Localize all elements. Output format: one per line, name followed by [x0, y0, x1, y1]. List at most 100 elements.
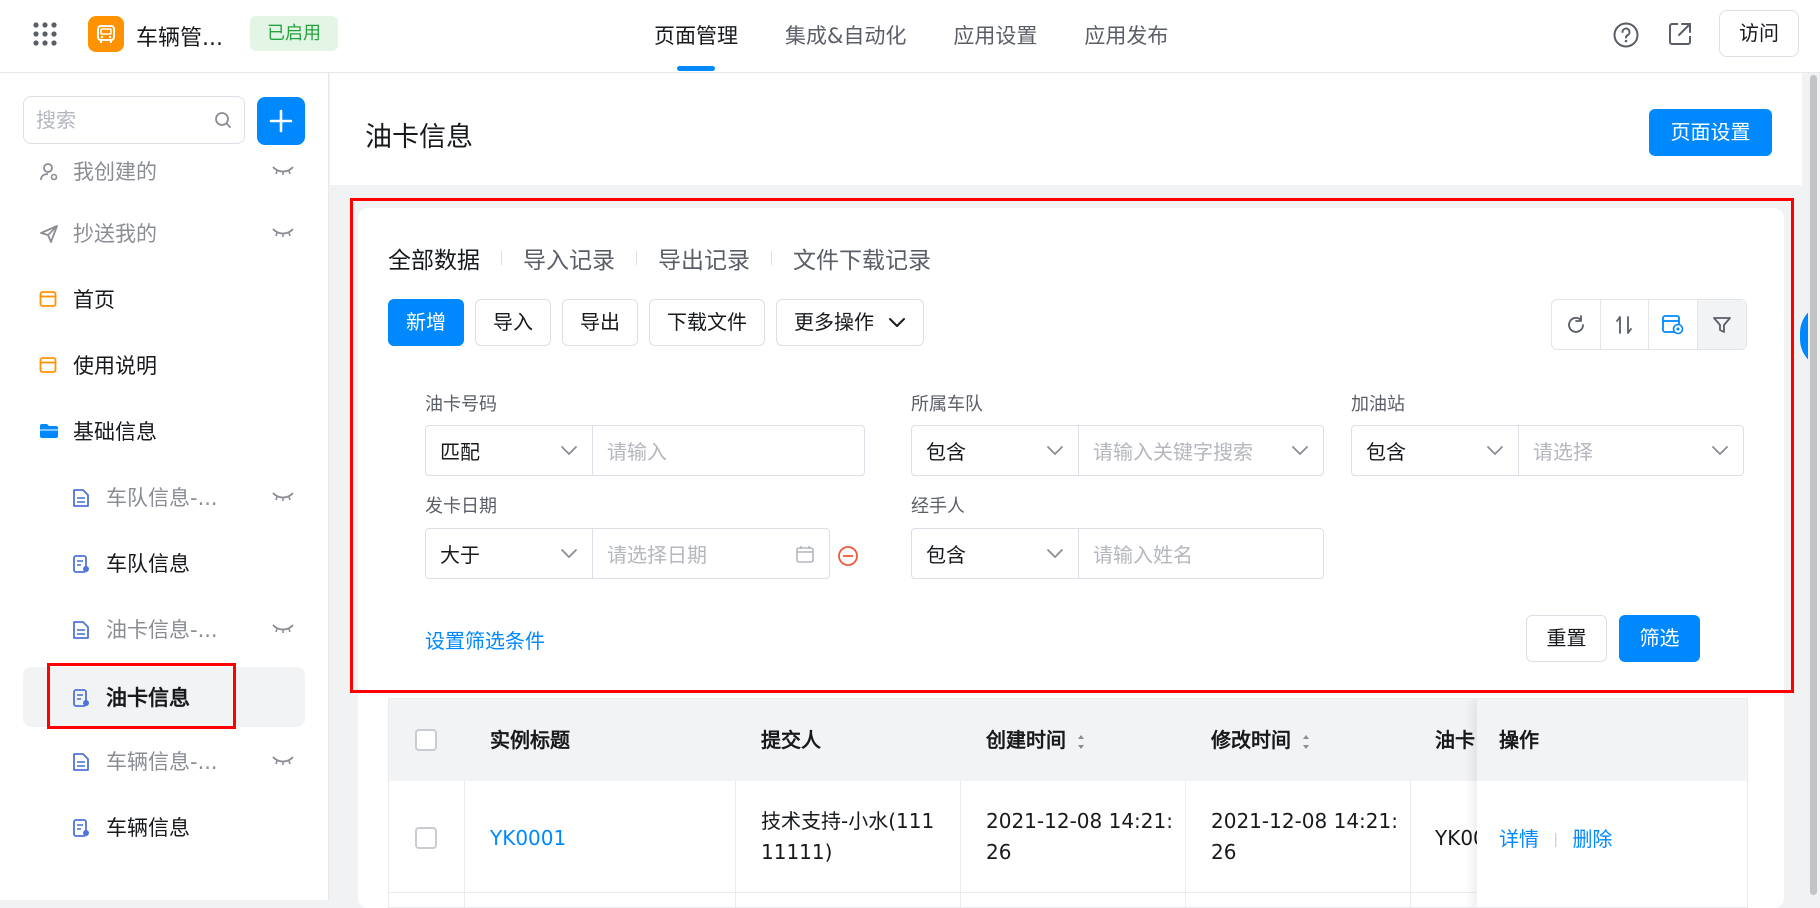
eye-hidden-icon[interactable]	[271, 491, 295, 503]
delete-link[interactable]: 删除	[1572, 827, 1612, 851]
modified-line: 26	[1211, 840, 1237, 864]
handler-filter: 包含 请输入姓名	[911, 528, 1324, 579]
page-settings-button[interactable]: 页面设置	[1649, 109, 1772, 156]
top-bar: 车辆管... 已启用 页面管理 集成&自动化 应用设置 应用发布 访问	[0, 0, 1820, 73]
app-grid-icon[interactable]	[33, 22, 57, 46]
team-search-input[interactable]: 请输入关键字搜索	[1079, 426, 1323, 475]
tab-divider	[501, 251, 502, 265]
issue-date-filter: 大于 请选择日期	[425, 528, 830, 579]
tab-app-publish[interactable]: 应用发布	[1084, 0, 1168, 73]
tab-export-records[interactable]: 导出记录	[658, 241, 750, 275]
data-tabs: 全部数据 导入记录 导出记录 文件下载记录	[388, 241, 931, 275]
visit-button[interactable]: 访问	[1719, 10, 1799, 57]
row-title-link[interactable]: YK0001	[490, 823, 566, 854]
remove-condition-icon[interactable]	[837, 545, 859, 567]
tab-page-management[interactable]: 页面管理	[654, 0, 738, 73]
tab-all-data[interactable]: 全部数据	[388, 241, 480, 275]
tab-import-records[interactable]: 导入记录	[523, 241, 615, 275]
calendar-icon	[796, 545, 814, 563]
sidebar-item-vehicle-info-form[interactable]: 车辆信息-...	[23, 731, 305, 791]
sidebar-item-basic-info[interactable]: 基础信息	[23, 401, 305, 461]
filter-icon[interactable]	[1697, 300, 1746, 349]
row-checkbox[interactable]	[415, 827, 437, 849]
sidebar-item-label: 车辆信息-...	[106, 750, 218, 774]
sidebar-item-label: 抄送我的	[73, 222, 157, 246]
column-header-card[interactable]: 油卡	[1435, 699, 1475, 781]
help-icon[interactable]	[1612, 21, 1640, 49]
handler-operator-select[interactable]: 包含	[912, 529, 1079, 578]
app-name[interactable]: 车辆管...	[136, 20, 223, 52]
eye-hidden-icon[interactable]	[271, 227, 295, 239]
sidebar-item-vehicle-info[interactable]: 车辆信息	[23, 797, 305, 857]
issue-date-picker[interactable]: 请选择日期	[593, 529, 829, 578]
operator-value: 包含	[1366, 440, 1406, 464]
page-scrollbar[interactable]	[1808, 73, 1820, 900]
column-settings-icon[interactable]	[1649, 300, 1698, 349]
open-external-icon[interactable]	[1666, 20, 1694, 48]
created-line: 2021-12-08 14:21:	[986, 809, 1173, 833]
import-button[interactable]: 导入	[475, 299, 551, 346]
tab-app-settings[interactable]: 应用设置	[953, 0, 1037, 73]
detail-link[interactable]: 详情	[1499, 827, 1539, 851]
row-modified-time: 2021-12-08 14:21: 26	[1211, 806, 1398, 868]
sidebar-item-fuel-card-form[interactable]: 油卡信息-...	[23, 599, 305, 659]
column-header-modified[interactable]: 修改时间	[1211, 699, 1311, 781]
column-header-title[interactable]: 实例标题	[490, 699, 570, 781]
sort-arrows-icon	[1078, 734, 1084, 749]
operator-value: 匹配	[440, 440, 480, 464]
card-no-filter: 匹配 请输入	[425, 425, 865, 476]
page-header: 油卡信息 页面设置	[330, 73, 1802, 185]
refresh-icon[interactable]	[1552, 300, 1601, 349]
column-header-submitter[interactable]: 提交人	[761, 699, 821, 781]
station-operator-select[interactable]: 包含	[1352, 426, 1519, 475]
sidebar-item-team-info-form[interactable]: 车队信息-...	[23, 467, 305, 527]
chevron-down-icon	[1047, 549, 1063, 559]
team-operator-select[interactable]: 包含	[912, 426, 1079, 475]
sidebar-item-created-by-me[interactable]: 我创建的	[23, 141, 305, 201]
eye-hidden-icon[interactable]	[271, 165, 295, 177]
page-title: 油卡信息	[365, 122, 473, 153]
reset-button[interactable]: 重置	[1526, 615, 1607, 662]
data-table: 实例标题 提交人 创建时间 修改时间 油卡 YK0001 技术支持-小水(111…	[388, 698, 1748, 908]
sidebar-item-label: 我创建的	[73, 160, 157, 184]
sidebar-item-fuel-card-info[interactable]: 油卡信息	[23, 667, 305, 727]
add-button[interactable]: 新增	[388, 299, 464, 346]
form-icon	[72, 752, 90, 772]
search-input[interactable]	[24, 97, 194, 143]
card-no-input[interactable]: 请输入	[593, 426, 864, 475]
sidebar-item-instructions[interactable]: 使用说明	[23, 335, 305, 395]
add-page-button[interactable]	[257, 97, 305, 145]
submitter-line: 11111)	[761, 840, 833, 864]
sidebar-item-cc-to-me[interactable]: 抄送我的	[23, 203, 305, 263]
column-header-created[interactable]: 创建时间	[986, 699, 1086, 781]
report-icon	[72, 818, 90, 838]
sort-icon[interactable]	[1601, 300, 1649, 349]
sidebar-item-label: 基础信息	[73, 420, 157, 444]
set-filter-conditions-link[interactable]: 设置筛选条件	[425, 625, 545, 654]
scrollbar-thumb[interactable]	[1810, 75, 1817, 895]
tab-integration-automation[interactable]: 集成&自动化	[785, 0, 906, 73]
download-file-button[interactable]: 下载文件	[649, 299, 765, 346]
tab-divider	[636, 251, 637, 265]
select-all-checkbox[interactable]	[415, 729, 437, 751]
more-actions-button[interactable]: 更多操作	[776, 299, 924, 346]
sidebar-item-home[interactable]: 首页	[23, 269, 305, 329]
card-no-operator-select[interactable]: 匹配	[426, 426, 593, 475]
eye-hidden-icon[interactable]	[271, 623, 295, 635]
export-button[interactable]: 导出	[562, 299, 638, 346]
table-tools	[1551, 299, 1747, 350]
eye-hidden-icon[interactable]	[271, 755, 295, 767]
tab-download-records[interactable]: 文件下载记录	[793, 241, 931, 275]
sidebar-item-label: 使用说明	[73, 354, 157, 378]
submitter-line: 技术支持-小水(111	[761, 809, 935, 833]
sidebar-item-team-info[interactable]: 车队信息	[23, 533, 305, 593]
tab-divider	[771, 251, 772, 265]
handler-label: 经手人	[911, 496, 965, 517]
handler-name-input[interactable]: 请输入姓名	[1079, 529, 1323, 578]
filter-submit-button[interactable]: 筛选	[1619, 615, 1700, 662]
sidebar-search[interactable]	[23, 96, 245, 144]
issue-date-operator-select[interactable]: 大于	[426, 529, 593, 578]
form-icon	[72, 488, 90, 508]
sidebar-item-label: 车队信息	[106, 552, 190, 576]
station-select[interactable]: 请选择	[1519, 426, 1743, 475]
